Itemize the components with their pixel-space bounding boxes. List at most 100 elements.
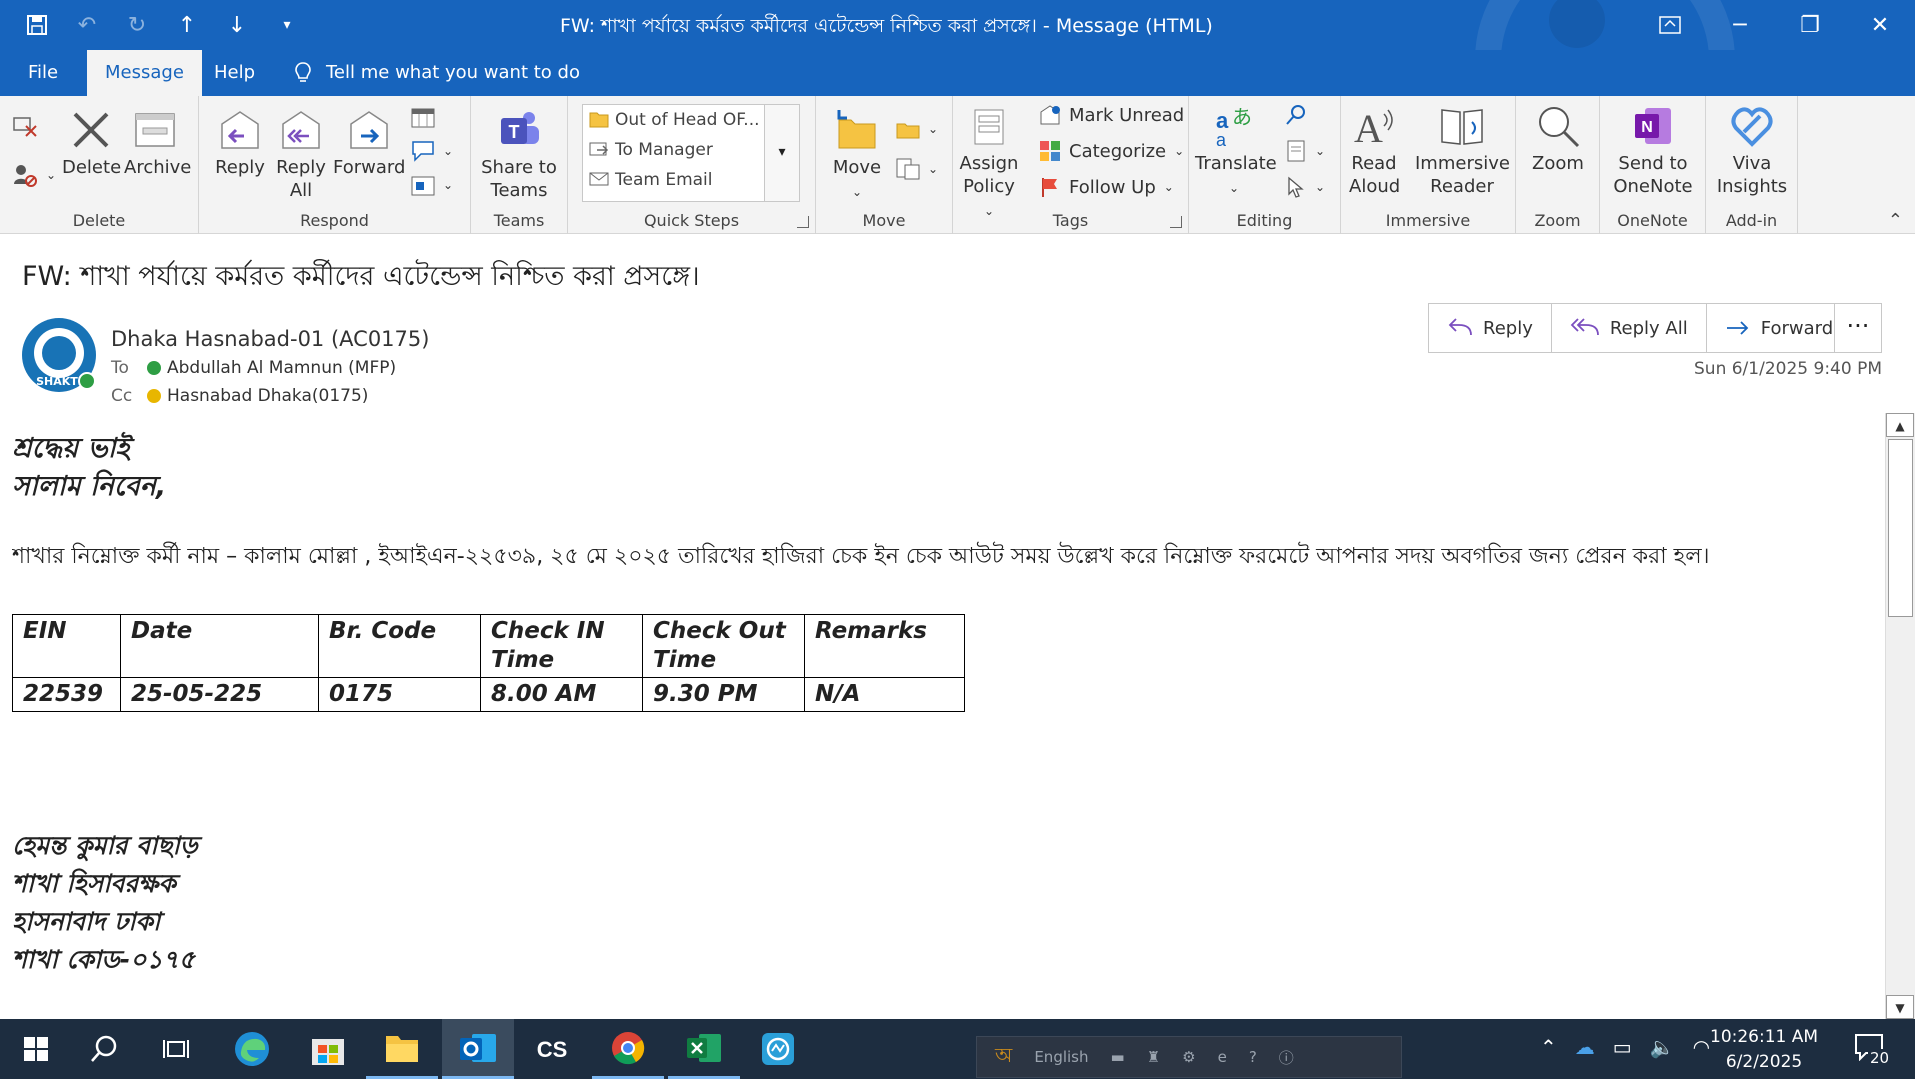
reply-all-button[interactable]: Reply All — [1552, 304, 1707, 352]
policy-icon — [974, 109, 1004, 145]
notifications-button[interactable]: 20 — [1852, 1031, 1892, 1071]
tab-message[interactable]: Message — [87, 50, 202, 96]
follow-up-button[interactable]: Follow Up ⌄ — [1039, 176, 1174, 198]
move-button[interactable]: Move ⌄ — [830, 108, 884, 204]
maximize-icon[interactable]: ❐ — [1775, 0, 1845, 50]
scroll-up-icon[interactable]: ▲ — [1886, 413, 1914, 437]
more-actions-button[interactable]: ··· — [1834, 303, 1882, 353]
reply-all-button[interactable]: Reply All — [273, 108, 329, 202]
junk-button[interactable]: ⌄ — [12, 162, 56, 188]
table-cell: 9.30 PM — [642, 677, 805, 712]
dialog-launcher-icon[interactable] — [1170, 216, 1182, 228]
volume-icon[interactable]: 🔈 — [1650, 1035, 1675, 1059]
tell-me-search[interactable]: Tell me what you want to do — [294, 50, 580, 96]
meeting-button[interactable] — [411, 106, 435, 128]
vertical-scrollbar[interactable]: ▲ ▼ — [1885, 413, 1915, 1019]
search-button[interactable] — [68, 1019, 140, 1079]
rules-button[interactable]: ⌄ — [896, 118, 938, 140]
to-line: To Abdullah Al Mamnun (MFP) — [111, 358, 396, 378]
junk-icon — [14, 165, 37, 187]
tab-help[interactable]: Help — [214, 50, 255, 96]
translate-button[interactable]: aあa Translate ⌄ — [1195, 104, 1277, 200]
chevron-down-icon: ⌄ — [1315, 180, 1326, 194]
clock[interactable]: 10:26:11 AM 6/2/2025 — [1710, 1025, 1818, 1075]
delete-button[interactable]: Delete — [62, 108, 121, 179]
taskbar-cs-app[interactable]: CS — [516, 1019, 588, 1079]
im-button[interactable]: ⌄ — [411, 140, 453, 162]
taskbar-edge[interactable] — [216, 1019, 288, 1079]
categorize-icon — [1040, 141, 1060, 161]
tab-file[interactable]: File — [28, 50, 58, 96]
taskbar-chrome[interactable] — [592, 1019, 664, 1079]
start-button[interactable] — [0, 1019, 72, 1079]
reply-button[interactable]: Reply — [1429, 304, 1552, 352]
reply-icon — [221, 111, 259, 149]
quick-access-toolbar: ↶ ↻ ↑ ↓ ▾ — [20, 8, 304, 42]
table-header-cell: Check Out Time — [642, 614, 805, 678]
dialog-launcher-icon[interactable] — [797, 216, 809, 228]
read-aloud-button[interactable]: A Read Aloud — [1349, 104, 1400, 198]
task-view-button[interactable] — [140, 1019, 212, 1079]
teams-icon: T — [501, 112, 539, 144]
taskbar-app[interactable] — [742, 1019, 814, 1079]
categorize-button[interactable]: Categorize ⌄ — [1039, 140, 1184, 162]
editing-group: aあa Translate ⌄ ⌄ ⌄ Editing — [1189, 96, 1341, 234]
collapse-ribbon-icon[interactable]: ⌃ — [1888, 210, 1903, 231]
viva-insights-button[interactable]: Viva Insights — [1712, 104, 1792, 198]
language-bar[interactable]: অ English ▬ ♜ ⚙ e ? ⓘ — [976, 1036, 1402, 1078]
taskbar-outlook[interactable] — [442, 1019, 514, 1079]
reply-button[interactable]: Reply — [213, 108, 267, 179]
signature-line: হাসনাবাদ ঢাকা — [12, 907, 161, 936]
close-icon[interactable]: ✕ — [1845, 0, 1915, 50]
redo-icon[interactable]: ↻ — [120, 8, 154, 42]
quick-steps-expand-button[interactable]: ▾ — [764, 104, 800, 202]
forward-button[interactable]: Forward — [1707, 304, 1851, 352]
minimize-icon[interactable]: ─ — [1705, 0, 1775, 50]
forward-icon — [1726, 321, 1749, 335]
scroll-down-icon[interactable]: ▼ — [1886, 995, 1914, 1019]
sender-name[interactable]: Dhaka Hasnabad-01 (AC0175) — [111, 327, 429, 351]
actions-button[interactable]: ⌄ — [896, 158, 938, 180]
next-item-icon[interactable]: ↓ — [220, 8, 254, 42]
taskbar-excel[interactable] — [668, 1019, 740, 1079]
cc-recipient[interactable]: Hasnabad Dhaka(0175) — [167, 386, 368, 406]
svg-text:a: a — [1216, 130, 1227, 148]
assign-policy-button[interactable]: Assign Policy ⌄ — [959, 104, 1019, 223]
forward-button[interactable]: Forward — [333, 108, 405, 179]
help-icon: ? — [1248, 1048, 1257, 1066]
chevron-down-icon: ⌄ — [443, 144, 454, 158]
previous-item-icon[interactable]: ↑ — [170, 8, 204, 42]
onedrive-error-icon[interactable]: ☁ — [1575, 1035, 1595, 1059]
customize-toolbar-icon[interactable]: ▾ — [270, 8, 304, 42]
taskbar-store[interactable] — [292, 1019, 364, 1079]
save-icon[interactable] — [20, 8, 54, 42]
send-to-onenote-button[interactable]: N Send to OneNote — [1606, 104, 1700, 198]
select-button[interactable]: ⌄ — [1285, 176, 1325, 198]
presence-away-icon — [147, 389, 161, 403]
ignore-icon — [13, 117, 37, 137]
related-button[interactable]: ⌄ — [1285, 140, 1325, 162]
more-respond-button[interactable]: ⌄ — [411, 174, 453, 196]
ribbon-display-icon[interactable] — [1635, 0, 1705, 50]
chevron-up-icon[interactable]: ⌃ — [1540, 1035, 1557, 1059]
chevron-down-icon: ⌄ — [1315, 144, 1326, 158]
immersive-reader-button[interactable]: Immersive Reader — [1415, 104, 1510, 198]
ignore-button[interactable] — [12, 114, 38, 138]
wifi-icon[interactable]: ◠ — [1693, 1035, 1710, 1059]
mark-unread-button[interactable]: Mark Unread — [1039, 104, 1184, 126]
message-body: শ্রদ্ধেয় ভাই সালাম নিবেন, শাখার নিম্নোক… — [12, 430, 1884, 1018]
archive-button[interactable]: Archive — [124, 108, 191, 179]
zoom-button[interactable]: Zoom — [1526, 104, 1590, 175]
battery-icon[interactable]: ▭ — [1613, 1035, 1632, 1059]
chat-icon — [412, 141, 434, 162]
scroll-thumb[interactable] — [1888, 439, 1913, 617]
undo-icon[interactable]: ↶ — [70, 8, 104, 42]
find-button[interactable] — [1285, 104, 1307, 126]
share-to-teams-button[interactable]: T Share to Teams — [475, 108, 563, 202]
table-header-cell: EIN — [12, 614, 121, 678]
table-header-cell: Check IN Time — [480, 614, 643, 678]
to-recipient[interactable]: Abdullah Al Mamnun (MFP) — [167, 358, 396, 378]
greeting-line: সালাম নিবেন, — [12, 471, 167, 502]
clock-time: 10:26:11 AM — [1710, 1027, 1819, 1047]
taskbar-file-explorer[interactable] — [366, 1019, 438, 1079]
